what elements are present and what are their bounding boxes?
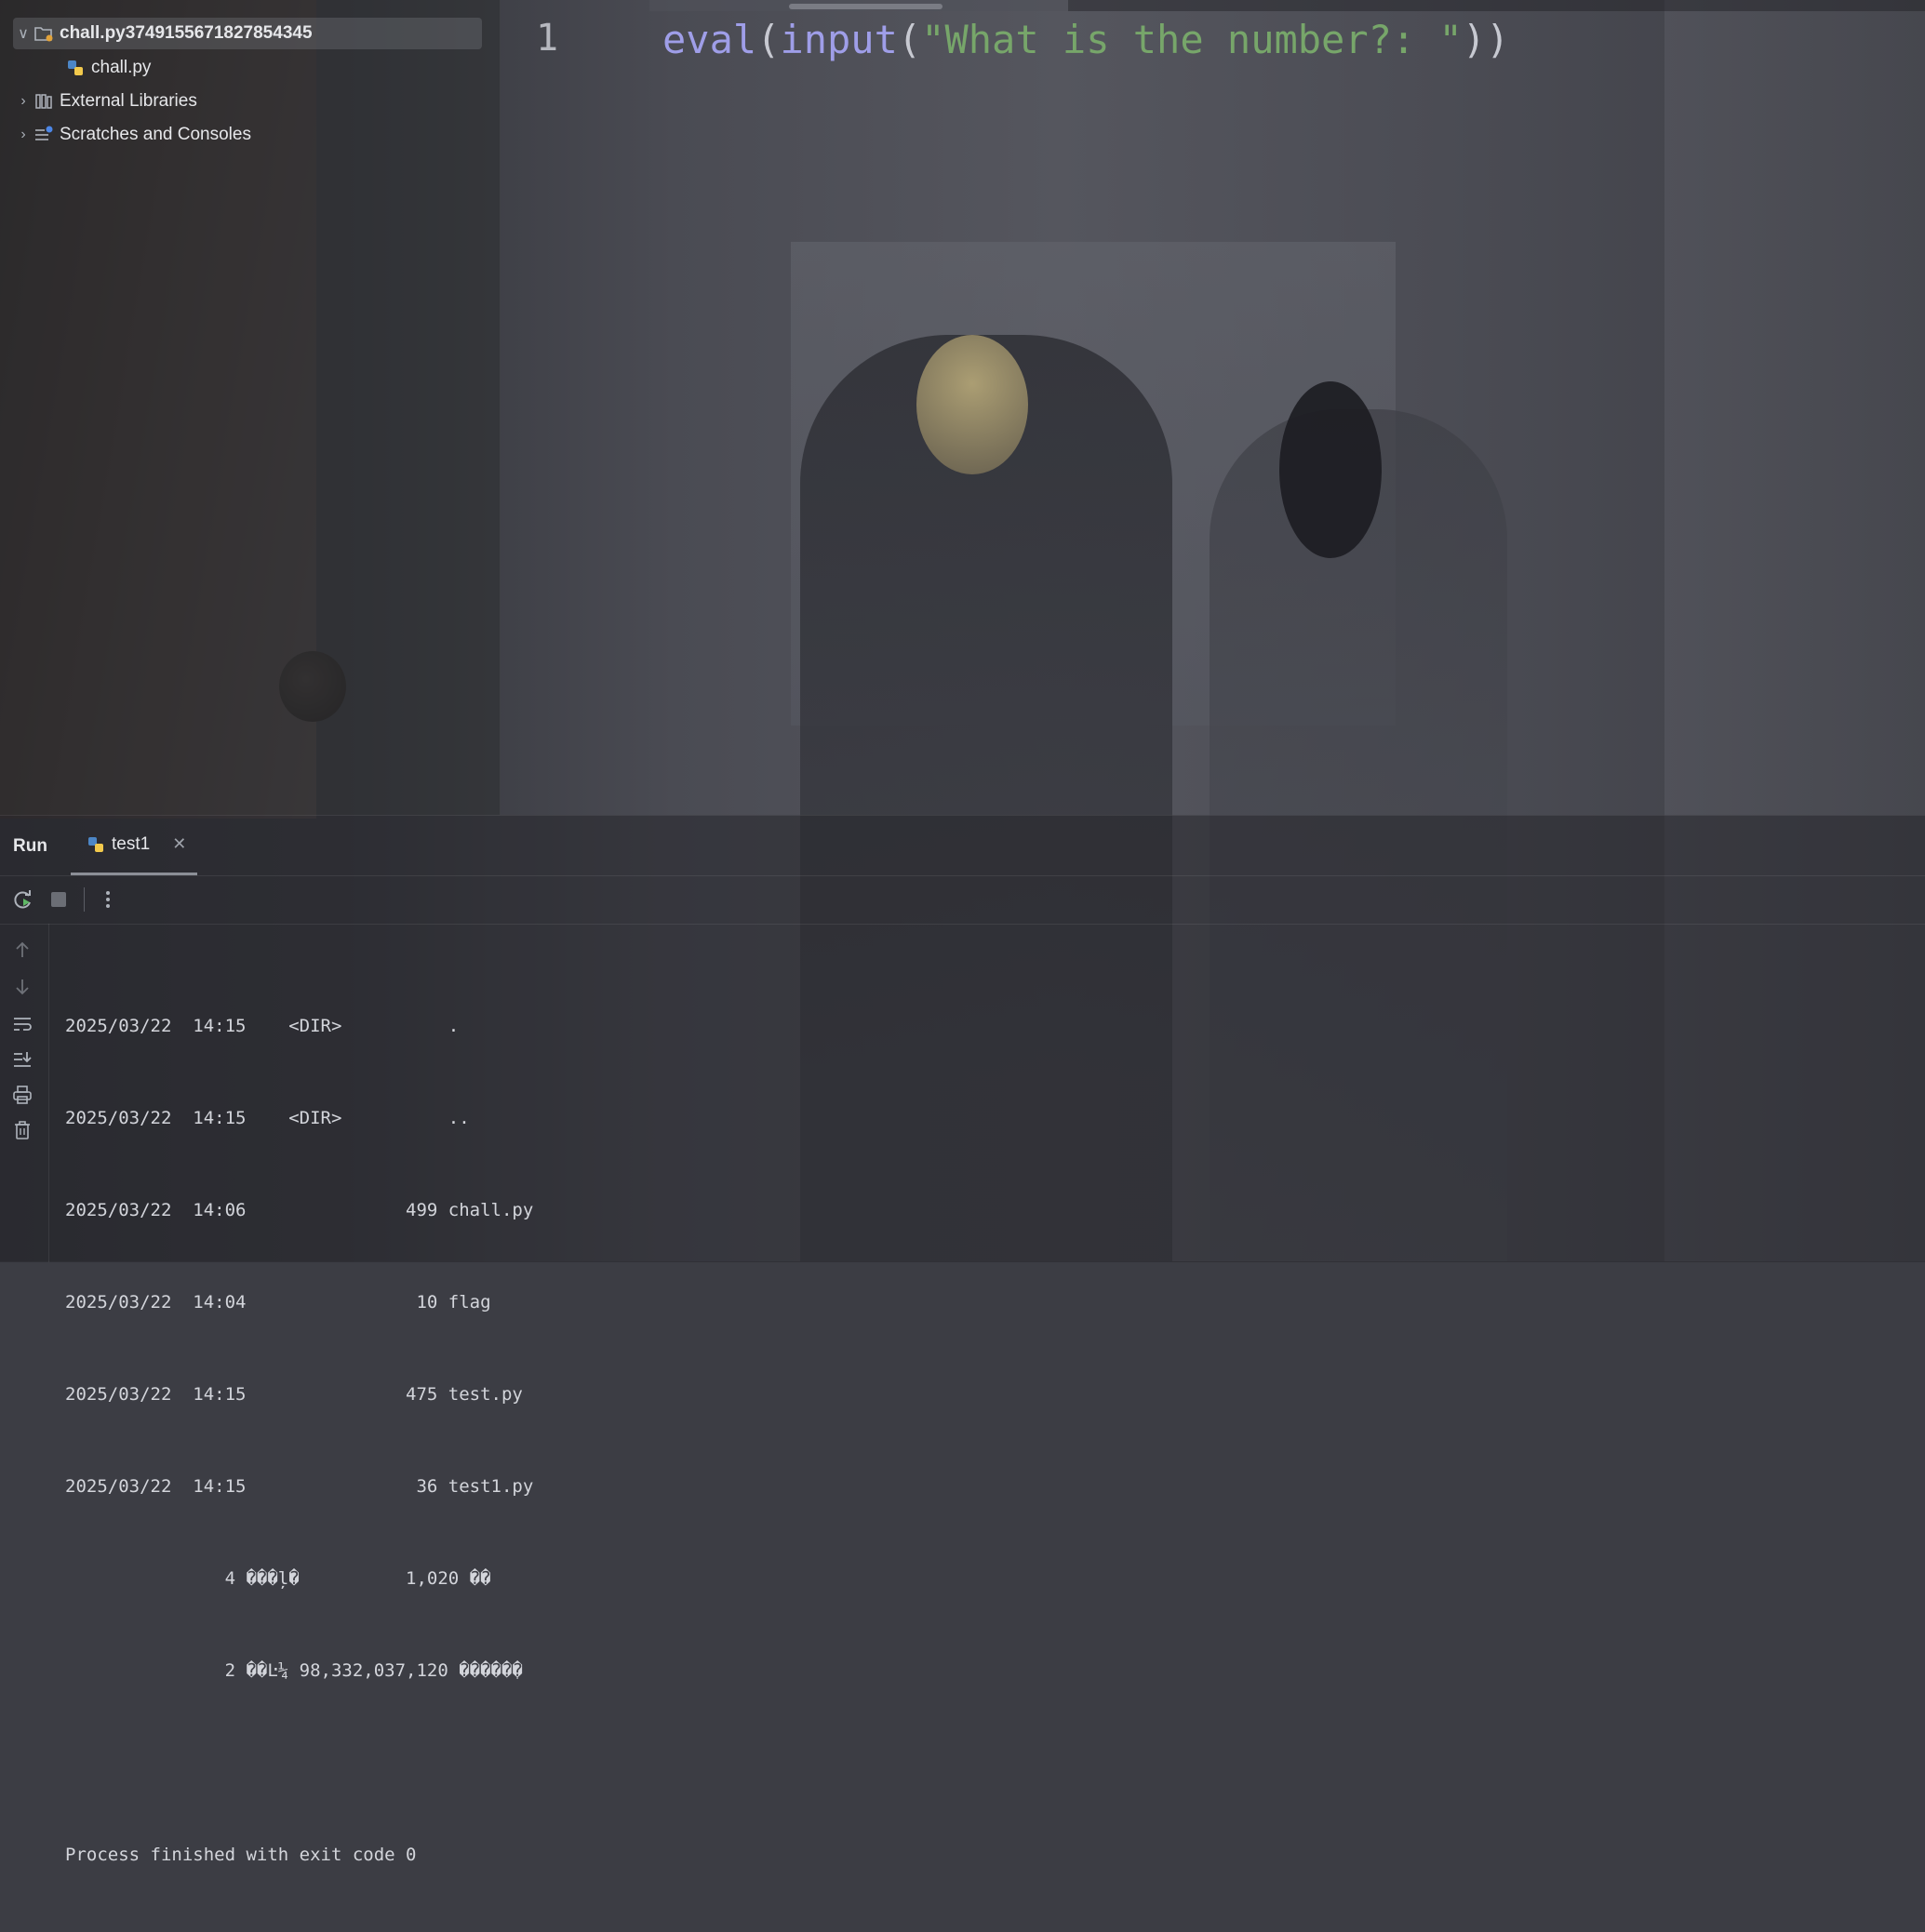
trash-icon[interactable] [11, 1119, 33, 1141]
close-icon[interactable]: ✕ [172, 834, 186, 854]
code-editor[interactable]: 1 eval(input("What is the number?: ")) [501, 0, 1925, 815]
print-icon[interactable] [11, 1084, 33, 1106]
tree-item-external-libraries[interactable]: › External Libraries [13, 86, 478, 117]
editor-tab-strip-right [1068, 0, 1925, 11]
console-line: 2025/03/22 14:04 10 flag [65, 1292, 491, 1312]
code-string: "What is the number?: " [921, 17, 1463, 62]
tree-file-label: chall.py [91, 58, 152, 77]
tree-item-chall-py[interactable]: chall.py [65, 52, 475, 84]
tree-external-libraries-label: External Libraries [60, 91, 197, 111]
tree-scratches-label: Scratches and Consoles [60, 125, 251, 144]
run-panel-title: Run [13, 836, 47, 856]
stop-icon[interactable] [47, 887, 71, 912]
console-line: 2025/03/22 14:15 <DIR> .. [65, 1108, 470, 1128]
line-number: 1 [536, 17, 559, 60]
console-line: 2025/03/22 14:06 499 chall.py [65, 1200, 534, 1220]
console-line: 2025/03/22 14:15 36 test1.py [65, 1476, 534, 1497]
console-output[interactable]: 2025/03/22 14:15 <DIR> . 2025/03/22 14:1… [65, 950, 533, 1932]
library-icon [33, 91, 54, 112]
run-tab-bar: Run test1 ✕ [0, 816, 1925, 876]
run-tab-test1[interactable]: test1 ✕ [71, 816, 197, 875]
console-line: Process finished with exit code 0 [65, 1845, 417, 1865]
code-line[interactable]: eval(input("What is the number?: ")) [662, 17, 1509, 62]
code-eval: eval [662, 17, 757, 62]
console-line: 4 ���ļ� 1,020 �� [65, 1568, 491, 1589]
arrow-up-icon[interactable] [11, 939, 33, 961]
scroll-to-end-icon[interactable] [11, 1048, 33, 1071]
python-file-icon [65, 58, 86, 78]
chevron-right-icon[interactable]: › [13, 127, 33, 143]
horizontal-scrollbar[interactable] [789, 4, 942, 9]
console-side-toolbar [0, 924, 49, 1262]
tree-item-scratches[interactable]: › Scratches and Consoles [13, 119, 478, 151]
rerun-icon[interactable] [11, 887, 35, 912]
scratches-icon [33, 125, 54, 145]
project-folder-icon [33, 23, 54, 44]
code-paren: ( [756, 17, 781, 62]
toolbar-divider [84, 887, 85, 912]
run-toolbar [0, 875, 1925, 925]
chevron-right-icon[interactable]: › [13, 93, 33, 110]
editor-tab-strip [649, 0, 1068, 11]
arrow-down-icon[interactable] [11, 976, 33, 998]
code-input: input [780, 17, 898, 62]
tree-item-root[interactable]: ∨ chall.py3749155671827854345 [13, 18, 482, 49]
tree-root-label: chall.py3749155671827854345 [60, 23, 313, 43]
python-file-icon [86, 834, 106, 855]
run-panel: Run test1 ✕ 2025/03/22 14:15 <DIR> . 202… [0, 815, 1925, 1865]
console-line: 2025/03/22 14:15 <DIR> . [65, 1016, 460, 1036]
run-tab-label: test1 [112, 833, 151, 854]
console-line: 2025/03/22 14:15 475 test.py [65, 1384, 523, 1405]
more-options-icon[interactable] [96, 887, 120, 912]
project-panel: ∨ chall.py3749155671827854345 chall.py ›… [0, 0, 501, 815]
code-paren-close: )) [1462, 17, 1510, 62]
console-line: 2 ��Ŀ¼ 98,332,037,120 �����ֽ� [65, 1660, 523, 1681]
soft-wrap-icon[interactable] [11, 1013, 33, 1035]
chevron-down-icon[interactable]: ∨ [13, 24, 33, 43]
code-paren: ( [897, 17, 922, 62]
